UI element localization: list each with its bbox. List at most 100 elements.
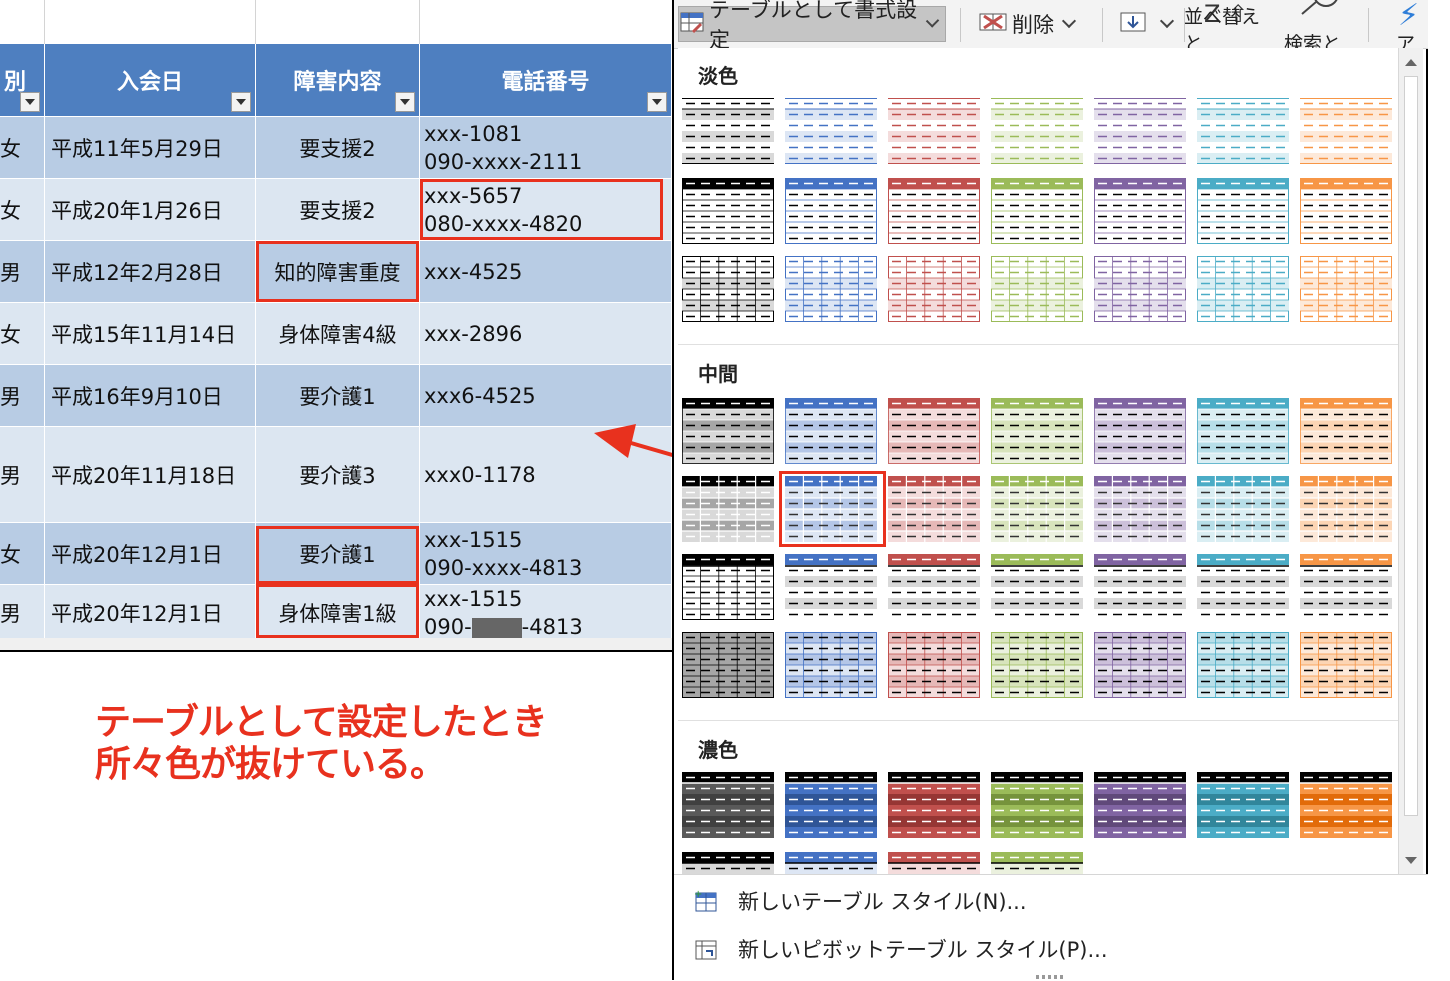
table-style-light-2-red[interactable] xyxy=(888,178,980,244)
table-style-medium-3-red[interactable] xyxy=(888,554,980,620)
cell-join-date[interactable]: 平成20年12月1日 xyxy=(45,585,256,641)
table-style-light-3-green[interactable] xyxy=(991,256,1083,322)
table-style-medium-2-black[interactable] xyxy=(682,476,774,542)
table-style-medium-2-green[interactable] xyxy=(991,476,1083,542)
filter-button[interactable] xyxy=(647,92,667,112)
table-style-medium-3-orange[interactable] xyxy=(1300,554,1392,620)
table-style-medium-4-purple[interactable] xyxy=(1094,632,1186,698)
table-style-medium-4-blue[interactable] xyxy=(785,632,877,698)
cell-phone[interactable]: xxx6-4525 xyxy=(420,365,672,427)
table-style-medium-3-blue[interactable] xyxy=(785,554,877,620)
cell-gender[interactable]: 男 xyxy=(0,241,45,303)
table-style-medium-4-black[interactable] xyxy=(682,632,774,698)
cell-gender[interactable]: 女 xyxy=(0,303,45,365)
table-style-medium-3-purple[interactable] xyxy=(1094,554,1186,620)
table-style-light-3-purple[interactable] xyxy=(1094,256,1186,322)
resize-grip[interactable] xyxy=(1036,975,1066,979)
vertical-scrollbar[interactable] xyxy=(1398,48,1423,874)
table-style-light-3-black[interactable] xyxy=(682,256,774,322)
table-style-light-3-orange[interactable] xyxy=(1300,256,1392,322)
table-style-light-2-orange[interactable] xyxy=(1300,178,1392,244)
table-style-light-1-green[interactable] xyxy=(991,98,1083,164)
cell-join-date[interactable]: 平成11年5月29日 xyxy=(45,117,256,179)
cell-disability[interactable]: 身体障害4級 xyxy=(256,303,420,365)
table-style-light-1-red[interactable] xyxy=(888,98,980,164)
table-style-light-1-purple[interactable] xyxy=(1094,98,1186,164)
scrollbar-thumb[interactable] xyxy=(1404,76,1418,816)
cell-join-date[interactable]: 平成12年2月28日 xyxy=(45,241,256,303)
table-style-medium-2-red[interactable] xyxy=(888,476,980,542)
table-style-medium-1-black[interactable] xyxy=(682,398,774,464)
cell-gender[interactable]: 女 xyxy=(0,117,45,179)
cell-disability[interactable]: 要支援2 xyxy=(256,117,420,179)
cell-gender[interactable]: 女 xyxy=(0,179,45,241)
table-style-medium-1-red[interactable] xyxy=(888,398,980,464)
table-style-medium-2-orange[interactable] xyxy=(1300,476,1392,542)
cell-join-date[interactable]: 平成20年11月18日 xyxy=(45,427,256,523)
find-select-button[interactable]: 検索と xyxy=(1284,0,1354,48)
table-style-light-2-green[interactable] xyxy=(991,178,1083,244)
delete-button[interactable]: 削除 xyxy=(978,6,1082,42)
table-style-light-2-purple[interactable] xyxy=(1094,178,1186,244)
table-style-light-1-teal[interactable] xyxy=(1197,98,1289,164)
cell-gender[interactable]: 男 xyxy=(0,585,45,641)
table-style-medium-4-orange[interactable] xyxy=(1300,632,1392,698)
table-style-light-1-blue[interactable] xyxy=(785,98,877,164)
cell-phone[interactable]: xxx-1515 090-xxxx-4813 xyxy=(420,523,672,585)
cell-phone[interactable]: xxx-4525 xyxy=(420,241,672,303)
table-style-dark-1-red[interactable] xyxy=(888,772,980,838)
table-style-medium-3-teal[interactable] xyxy=(1197,554,1289,620)
table-style-dark-2-green[interactable] xyxy=(991,852,1083,874)
format-as-table-button[interactable]: テーブルとして書式設定 xyxy=(678,0,946,52)
table-style-medium-1-teal[interactable] xyxy=(1197,398,1289,464)
table-style-light-3-blue[interactable] xyxy=(785,256,877,322)
table-style-medium-1-orange[interactable] xyxy=(1300,398,1392,464)
table-style-medium-1-purple[interactable] xyxy=(1094,398,1186,464)
table-style-medium-4-green[interactable] xyxy=(991,632,1083,698)
new-pivot-style-item[interactable]: 新しいピボットテーブル スタイル(P)... xyxy=(694,929,1108,969)
filter-button[interactable] xyxy=(231,92,251,112)
table-style-dark-1-green[interactable] xyxy=(991,772,1083,838)
scroll-down-icon[interactable] xyxy=(1402,851,1420,869)
table-style-medium-1-blue[interactable] xyxy=(785,398,877,464)
table-style-light-3-red[interactable] xyxy=(888,256,980,322)
table-style-medium-2-purple[interactable] xyxy=(1094,476,1186,542)
table-style-dark-2-red[interactable] xyxy=(888,852,980,874)
table-style-dark-1-black[interactable] xyxy=(682,772,774,838)
table-style-dark-2-black[interactable] xyxy=(682,852,774,874)
cell-disability[interactable]: 要介護1 xyxy=(256,365,420,427)
table-style-light-3-teal[interactable] xyxy=(1197,256,1289,322)
sort-filter-button[interactable]: Z ⇧ 並べ替えと xyxy=(1184,0,1266,48)
table-style-dark-1-blue[interactable] xyxy=(785,772,877,838)
table-style-medium-4-red[interactable] xyxy=(888,632,980,698)
table-style-light-2-teal[interactable] xyxy=(1197,178,1289,244)
ideas-button[interactable]: ⚡ ア xyxy=(1396,0,1426,48)
table-style-light-1-black[interactable] xyxy=(682,98,774,164)
scroll-up-icon[interactable] xyxy=(1402,53,1420,71)
cell-gender[interactable]: 男 xyxy=(0,427,45,523)
table-style-dark-2-blue[interactable] xyxy=(785,852,877,874)
cell-phone[interactable]: xxx-1081 090-xxxx-2111 xyxy=(420,117,672,179)
cell-phone[interactable]: xxx-1515 090- -4813 xyxy=(420,585,672,641)
table-style-light-1-orange[interactable] xyxy=(1300,98,1392,164)
cell-disability[interactable]: 要介護3 xyxy=(256,427,420,523)
table-style-medium-2-teal[interactable] xyxy=(1197,476,1289,542)
cell-phone[interactable]: xxx-2896 xyxy=(420,303,672,365)
table-style-dark-1-teal[interactable] xyxy=(1197,772,1289,838)
horizontal-scrollbar[interactable] xyxy=(0,638,672,650)
filter-button[interactable] xyxy=(20,92,40,112)
cell-phone[interactable]: xxx0-1178 xyxy=(420,427,672,523)
cell-gender[interactable]: 男 xyxy=(0,365,45,427)
table-style-dark-1-purple[interactable] xyxy=(1094,772,1186,838)
cell-join-date[interactable]: 平成20年1月26日 xyxy=(45,179,256,241)
table-style-light-2-black[interactable] xyxy=(682,178,774,244)
table-style-medium-3-black[interactable] xyxy=(682,554,774,620)
cell-gender[interactable]: 女 xyxy=(0,523,45,585)
fill-button[interactable] xyxy=(1118,6,1180,42)
table-style-medium-1-green[interactable] xyxy=(991,398,1083,464)
cell-join-date[interactable]: 平成20年12月1日 xyxy=(45,523,256,585)
cell-join-date[interactable]: 平成15年11月14日 xyxy=(45,303,256,365)
table-style-dark-1-orange[interactable] xyxy=(1300,772,1392,838)
table-style-light-2-blue[interactable] xyxy=(785,178,877,244)
table-style-medium-4-teal[interactable] xyxy=(1197,632,1289,698)
